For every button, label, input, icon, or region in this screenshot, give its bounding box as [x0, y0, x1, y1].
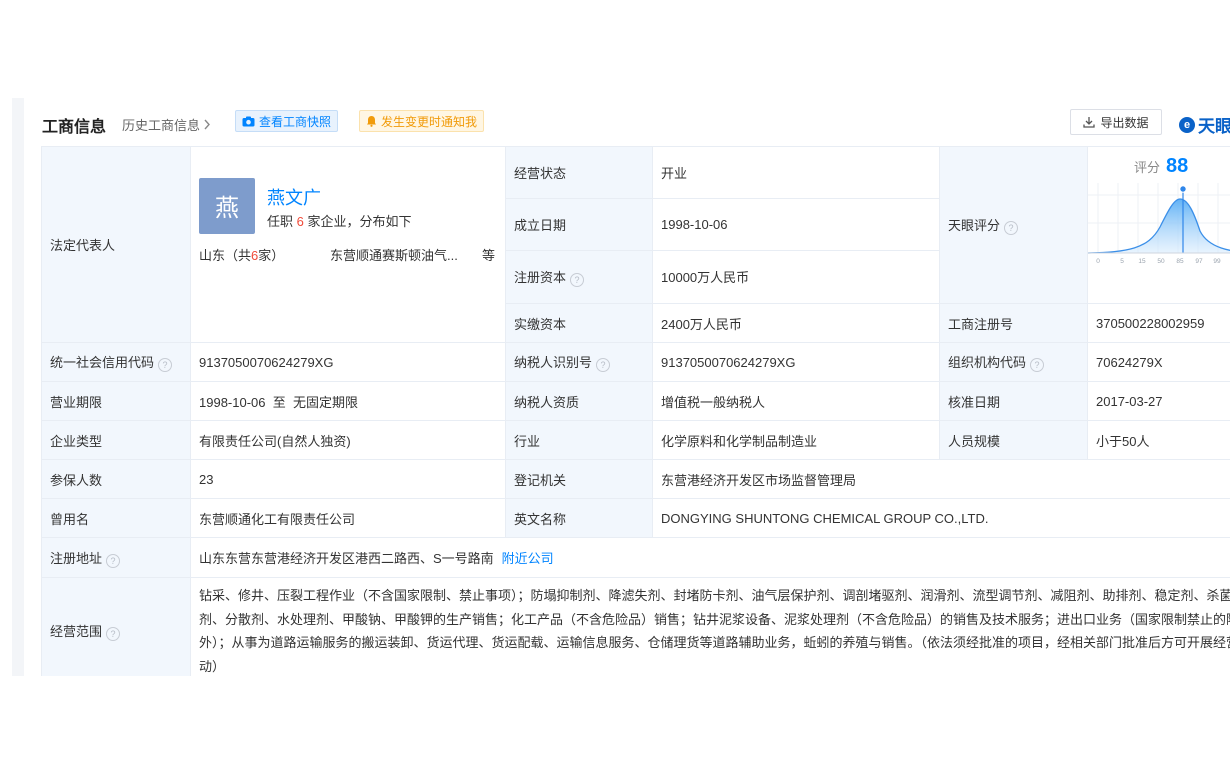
- history-info-link[interactable]: 历史工商信息: [122, 115, 211, 134]
- paid-capital-label: 实缴资本: [505, 303, 653, 343]
- axis-tick-4: 85: [1176, 258, 1184, 265]
- notify-change-button[interactable]: 发生变更时通知我: [359, 110, 485, 132]
- axis-tick-0: 0: [1096, 258, 1100, 265]
- reg-authority-value: 东营港经济开发区市场监督管理局: [652, 459, 1230, 499]
- legal-rep-name[interactable]: 燕文广: [267, 184, 321, 210]
- axis-tick-1: 5: [1120, 258, 1124, 265]
- registered-capital-label-cell: 注册资本?: [505, 249, 653, 305]
- help-icon[interactable]: ?: [596, 358, 611, 372]
- axis-tick-6: 99: [1213, 258, 1221, 265]
- status-label: 经营状态: [505, 146, 653, 199]
- company-count: 6: [296, 213, 304, 229]
- score-distribution-chart: 0 5 15 50 85 97 99: [1088, 183, 1230, 265]
- card-header: 工商信息 历史工商信息 查看工商快照 发生变更时通知我 导出数据 e 天眼: [24, 98, 1230, 146]
- score-marker-dot: [1179, 185, 1187, 193]
- help-icon[interactable]: ?: [1004, 221, 1019, 235]
- help-icon[interactable]: ?: [158, 358, 173, 372]
- camera-icon: [242, 116, 255, 126]
- address-value: 山东东营东营港经济开发区港西二路西、S一号路南: [199, 551, 494, 566]
- snapshot-button-label: 查看工商快照: [259, 114, 332, 129]
- reg-number-value: 370500228002959: [1087, 303, 1230, 343]
- former-name-label: 曾用名: [41, 498, 191, 538]
- taxpayer-id-value: 9137050070624279XG: [652, 342, 940, 382]
- credit-code-label-cell: 统一社会信用代码?: [41, 342, 191, 382]
- approval-date-value: 2017-03-27: [1087, 381, 1230, 421]
- tianyan-score-label-cell: 天眼评分?: [939, 146, 1088, 304]
- address-cell: 山东东营东营港经济开发区港西二路西、S一号路南 附近公司: [190, 537, 1230, 578]
- more-companies-link[interactable]: 等: [482, 245, 495, 264]
- approval-date-label: 核准日期: [939, 381, 1088, 421]
- help-icon[interactable]: ?: [570, 272, 585, 287]
- credit-code-value: 9137050070624279XG: [190, 342, 506, 382]
- legal-rep-label: 法定代表人: [41, 146, 191, 343]
- registered-capital-value: 10000万人民币: [652, 249, 940, 305]
- snapshot-button[interactable]: 查看工商快照: [235, 110, 339, 132]
- export-button-label: 导出数据: [1100, 115, 1149, 130]
- english-name-label: 英文名称: [505, 498, 653, 538]
- founded-value: 1998-10-06: [652, 197, 940, 251]
- help-icon[interactable]: ?: [106, 553, 121, 568]
- export-data-button[interactable]: 导出数据: [1070, 109, 1162, 135]
- staff-size-value: 小于50人: [1087, 420, 1230, 460]
- nearby-companies-link[interactable]: 附近公司: [502, 551, 554, 566]
- avatar[interactable]: 燕: [199, 177, 255, 234]
- axis-tick-2: 15: [1138, 258, 1146, 265]
- staff-size-label: 人员规模: [939, 420, 1088, 460]
- chevron-right-icon: [204, 119, 210, 130]
- brand-text: 天眼: [1198, 117, 1230, 136]
- related-company-link[interactable]: 东营顺通赛斯顿油气...: [330, 245, 458, 264]
- address-label-cell: 注册地址?: [41, 537, 191, 578]
- industry-value: 化学原料和化学制品制造业: [652, 420, 940, 460]
- taxpayer-type-value: 增值税一般纳税人: [652, 381, 940, 421]
- company-type-value: 有限责任公司(自然人独资): [190, 420, 506, 460]
- scope-label-cell: 经营范围?: [41, 577, 191, 676]
- term-value: 1998-10-06 至 无固定期限: [190, 381, 506, 421]
- axis-tick-3: 50: [1157, 258, 1165, 265]
- notify-button-label: 发生变更时通知我: [381, 114, 478, 129]
- score-header: 评分 88: [1134, 155, 1188, 178]
- insured-value: 23: [190, 459, 506, 499]
- org-code-value: 70624279X: [1087, 342, 1230, 382]
- founded-label: 成立日期: [505, 197, 653, 251]
- term-label: 营业期限: [41, 381, 191, 421]
- help-icon[interactable]: ?: [106, 627, 121, 641]
- business-info-card: 工商信息 历史工商信息 查看工商快照 发生变更时通知我 导出数据 e 天眼 法定…: [24, 98, 1230, 676]
- brand-logo: e 天眼: [1179, 112, 1230, 137]
- company-type-label: 企业类型: [41, 420, 191, 460]
- taxpayer-type-label: 纳税人资质: [505, 381, 653, 421]
- download-icon: [1083, 117, 1096, 128]
- scope-value: 钻采、修井、压裂工程作业（不含国家限制、禁止事项）；防塌抑制剂、降滤失剂、封堵防…: [190, 577, 1230, 676]
- reg-number-label: 工商注册号: [939, 303, 1088, 343]
- insured-label: 参保人数: [41, 459, 191, 499]
- former-name-value: 东营顺通化工有限责任公司: [190, 498, 506, 538]
- business-info-table: 法定代表人 燕 燕文广 任职 6 家企业，分布如下 山东（共6家） 东营顺通赛斯…: [41, 146, 1230, 676]
- tianyan-logo-icon: e: [1179, 116, 1195, 133]
- left-panel-strip: [12, 98, 24, 676]
- province-distribution[interactable]: 山东（共6家）: [199, 245, 284, 264]
- history-link-label: 历史工商信息: [122, 118, 201, 133]
- org-code-label-cell: 组织机构代码?: [939, 342, 1088, 382]
- legal-rep-desc: 任职 6 家企业，分布如下: [267, 213, 412, 229]
- status-value: 开业: [652, 146, 940, 199]
- english-name-value: DONGYING SHUNTONG CHEMICAL GROUP CO.,LTD…: [652, 498, 1230, 538]
- bell-curve-area: [1088, 199, 1230, 253]
- section-title: 工商信息: [42, 119, 107, 136]
- industry-label: 行业: [505, 420, 653, 460]
- taxpayer-id-label-cell: 纳税人识别号?: [505, 342, 653, 382]
- help-icon[interactable]: ?: [1030, 358, 1045, 372]
- reg-authority-label: 登记机关: [505, 459, 653, 499]
- bell-icon: [367, 116, 376, 127]
- tianyan-score-cell[interactable]: 评分 88 0 5 15 50 85 97 99: [1087, 146, 1230, 304]
- axis-tick-5: 97: [1195, 258, 1203, 265]
- score-value: 88: [1166, 155, 1189, 177]
- paid-capital-value: 2400万人民币: [652, 303, 940, 343]
- score-label: 评分: [1134, 160, 1161, 175]
- legal-rep-cell: 燕 燕文广 任职 6 家企业，分布如下 山东（共6家） 东营顺通赛斯顿油气...…: [190, 146, 506, 343]
